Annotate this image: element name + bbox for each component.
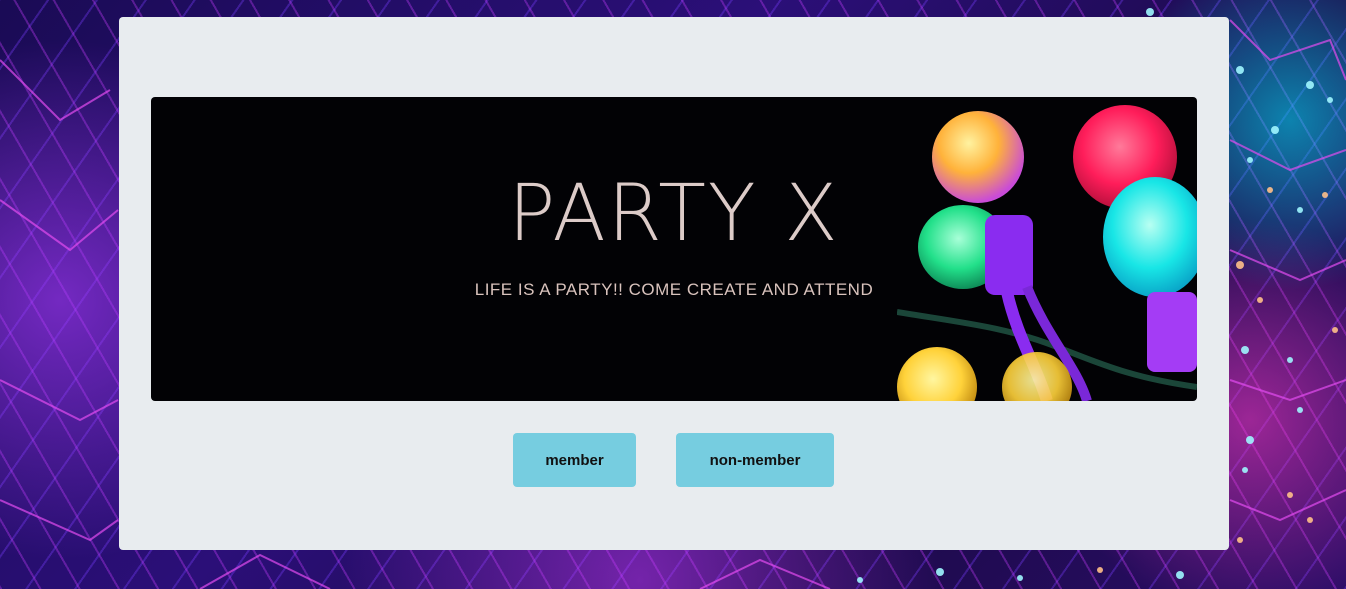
- member-button[interactable]: member: [513, 433, 636, 487]
- hero-banner: PARTY X LIFE IS A PARTY!! COME CREATE AN…: [151, 97, 1197, 401]
- main-panel: PARTY X LIFE IS A PARTY!! COME CREATE AN…: [119, 17, 1229, 550]
- hero-subtitle: LIFE IS A PARTY!! COME CREATE AND ATTEND: [474, 280, 874, 299]
- hero-title: PARTY X: [508, 169, 840, 259]
- non-member-button[interactable]: non-member: [676, 433, 834, 487]
